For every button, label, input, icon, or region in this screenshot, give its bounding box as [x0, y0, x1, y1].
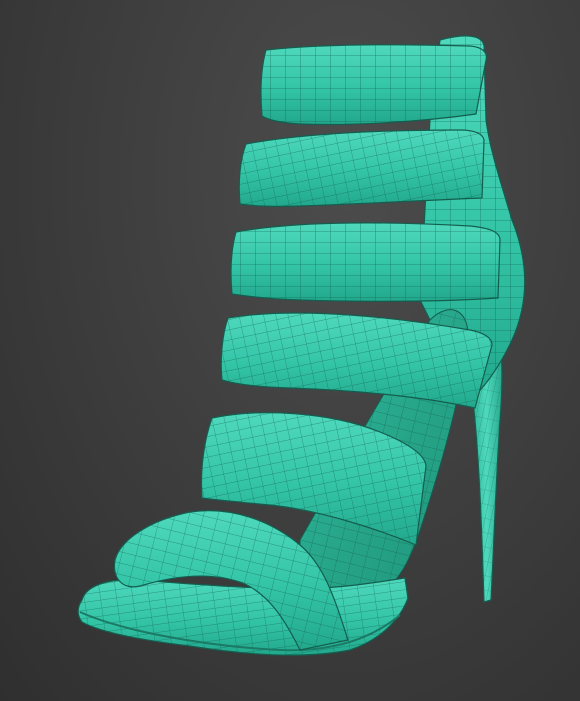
strap-3[interactable] [230, 222, 501, 302]
sole-platform[interactable] [77, 577, 409, 656]
strap-4[interactable] [220, 312, 493, 409]
strap-2[interactable] [238, 129, 485, 207]
ankle-strap[interactable] [260, 44, 487, 126]
viewport-canvas[interactable] [0, 0, 580, 701]
3d-viewport[interactable] [0, 0, 580, 701]
